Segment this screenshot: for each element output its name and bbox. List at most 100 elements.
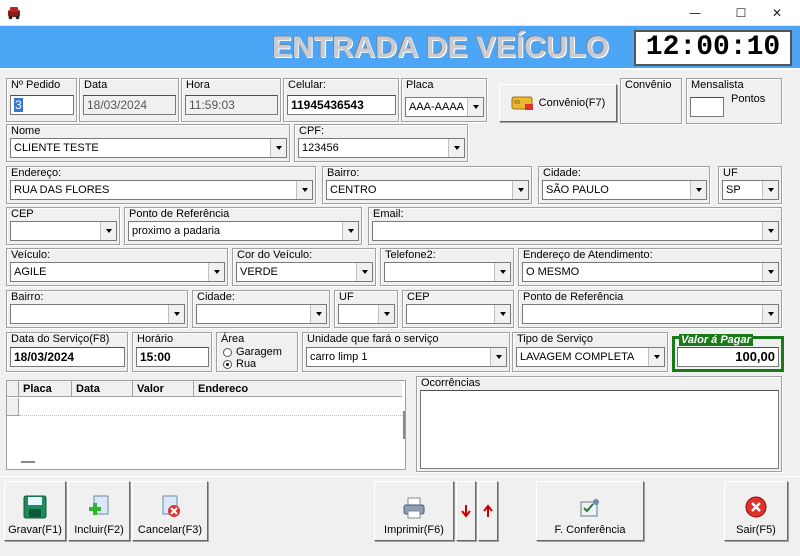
cancelar-button[interactable]: Cancelar(F3)	[132, 481, 208, 541]
data-input[interactable]: 18/03/2024	[83, 95, 176, 115]
referencia2-group: Ponto de Referência	[518, 290, 782, 328]
chevron-down-icon[interactable]	[100, 222, 116, 240]
chevron-down-icon[interactable]	[208, 263, 224, 281]
veiculo-group: Veículo: AGILE	[6, 248, 228, 286]
conferencia-button[interactable]: F. Conferência	[536, 481, 644, 541]
close-button[interactable]: ✕	[754, 0, 800, 26]
uf-combo[interactable]: SP	[722, 180, 779, 200]
chevron-down-icon[interactable]	[494, 305, 510, 323]
cep2-group: CEP	[402, 290, 514, 328]
cor-combo[interactable]: VERDE	[236, 262, 373, 282]
chevron-down-icon[interactable]	[762, 263, 778, 281]
tipo-combo[interactable]: LAVAGEM COMPLETA	[516, 347, 665, 367]
placa-combo[interactable]: AAA-AAAA	[405, 97, 484, 117]
cidade-group: Cidade: SÃO PAULO	[538, 166, 710, 204]
chevron-down-icon[interactable]	[378, 305, 394, 323]
ocorrencias-textarea[interactable]	[420, 390, 779, 469]
unidade-combo[interactable]: carro limp 1	[306, 347, 507, 367]
telefone2-combo[interactable]	[384, 262, 511, 282]
pedido-input[interactable]: 3	[10, 95, 74, 115]
cep-combo[interactable]	[10, 221, 117, 241]
move-down-button[interactable]	[456, 481, 476, 541]
sair-button[interactable]: Sair(F5)	[724, 481, 788, 541]
add-document-icon	[89, 495, 109, 515]
table-row-indicator	[7, 398, 19, 416]
chevron-down-icon[interactable]	[762, 222, 778, 240]
chevron-down-icon[interactable]	[690, 181, 706, 199]
chevron-down-icon[interactable]	[762, 305, 778, 323]
cidade-combo[interactable]: SÃO PAULO	[542, 180, 707, 200]
chevron-down-icon[interactable]	[342, 222, 358, 240]
chevron-down-icon[interactable]	[168, 305, 184, 323]
placa-value: AAA-AAAA	[409, 101, 465, 113]
chevron-down-icon[interactable]	[448, 139, 464, 157]
chevron-down-icon[interactable]	[310, 305, 326, 323]
area-label: Área	[221, 333, 245, 345]
chevron-down-icon[interactable]	[490, 348, 506, 366]
convenio-button[interactable]: Convênio(F7)	[499, 84, 617, 122]
minimize-button[interactable]: —	[672, 0, 718, 26]
chevron-down-icon[interactable]	[762, 181, 778, 199]
column-header-placa[interactable]: Placa	[19, 381, 72, 397]
uf-label: UF	[723, 167, 738, 179]
referencia2-combo[interactable]	[522, 304, 779, 324]
cpf-combo[interactable]: 123456	[298, 138, 465, 158]
bairro-combo[interactable]: CENTRO	[326, 180, 529, 200]
celular-label: Celular:	[288, 79, 326, 91]
vertical-scrollbar[interactable]	[403, 411, 405, 439]
scroll-indicator	[21, 461, 35, 463]
exit-icon	[745, 496, 767, 518]
column-header-valor[interactable]: Valor	[133, 381, 194, 397]
data-servico-input[interactable]: 18/03/2024	[10, 347, 125, 367]
cor-value: VERDE	[240, 266, 278, 278]
cep-group: CEP	[6, 207, 120, 245]
email-combo[interactable]	[372, 221, 779, 241]
veiculo-combo[interactable]: AGILE	[10, 262, 225, 282]
bairro2-label: Bairro:	[11, 291, 44, 303]
cidade2-group: Cidade:	[192, 290, 330, 328]
chevron-down-icon[interactable]	[648, 348, 664, 366]
cidade2-label: Cidade:	[197, 291, 235, 303]
unidade-group: Unidade que fará o serviço carro limp 1	[302, 332, 510, 372]
valor-input[interactable]: 100,00	[677, 347, 779, 367]
referencia-combo[interactable]: proximo a padaria	[128, 221, 359, 241]
celular-input[interactable]: 11945436543	[287, 95, 396, 115]
chevron-down-icon[interactable]	[512, 181, 528, 199]
column-header-data[interactable]: Data	[72, 381, 133, 397]
pontos-input[interactable]	[690, 97, 724, 117]
nome-combo[interactable]: CLIENTE TESTE	[10, 138, 287, 158]
page-title: ENTRADA DE VEÍCULO	[272, 31, 610, 64]
sair-label: Sair(F5)	[736, 524, 776, 536]
area-rua-radio[interactable]: Rua	[223, 358, 256, 370]
placa-label: Placa	[406, 79, 434, 91]
endereco-combo[interactable]: RUA DAS FLORES	[10, 180, 313, 200]
unidade-value: carro limp 1	[310, 351, 368, 363]
area-garagem-radio[interactable]: Garagem	[223, 346, 282, 358]
chevron-down-icon[interactable]	[296, 181, 312, 199]
email-group: Email:	[368, 207, 782, 245]
convenio-label: Convênio	[625, 79, 672, 91]
table-row[interactable]	[19, 398, 403, 416]
incluir-button[interactable]: Incluir(F2)	[68, 481, 130, 541]
chevron-down-icon[interactable]	[270, 139, 286, 157]
move-up-button[interactable]	[478, 481, 498, 541]
bairro2-group: Bairro:	[6, 290, 188, 328]
history-table[interactable]: Placa Data Valor Endereco	[6, 380, 406, 470]
hora-label: Hora	[186, 79, 210, 91]
mensalista-group: Mensalista Pontos	[686, 78, 782, 124]
bairro2-combo[interactable]	[10, 304, 185, 324]
chevron-down-icon[interactable]	[356, 263, 372, 281]
atendimento-combo[interactable]: O MESMO	[522, 262, 779, 282]
horario-input[interactable]: 15:00	[136, 347, 209, 367]
chevron-down-icon[interactable]	[494, 263, 510, 281]
column-header-endereco[interactable]: Endereco	[194, 381, 402, 397]
imprimir-button[interactable]: Imprimir(F6)	[374, 481, 454, 541]
card-icon	[511, 96, 533, 110]
cep2-combo[interactable]	[406, 304, 511, 324]
uf2-combo[interactable]	[338, 304, 395, 324]
chevron-down-icon[interactable]	[467, 98, 483, 116]
gravar-button[interactable]: Gravar(F1)	[4, 481, 66, 541]
cidade2-combo[interactable]	[196, 304, 327, 324]
mensalista-label: Mensalista	[691, 79, 744, 91]
hora-input[interactable]: 11:59:03	[185, 95, 278, 115]
